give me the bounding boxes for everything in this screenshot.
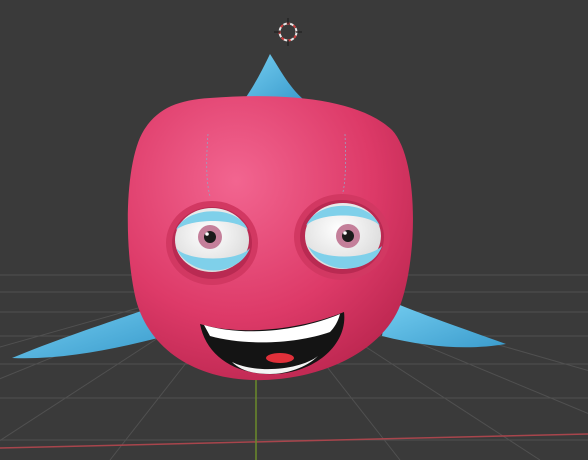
left-fin [12, 308, 158, 359]
character-mesh[interactable] [12, 54, 506, 381]
3d-viewport[interactable] [0, 0, 588, 460]
3d-cursor-icon[interactable] [274, 18, 302, 46]
right-fin [382, 300, 506, 348]
top-fin [244, 54, 304, 100]
tongue [266, 353, 294, 363]
x-axis-line [0, 433, 588, 449]
